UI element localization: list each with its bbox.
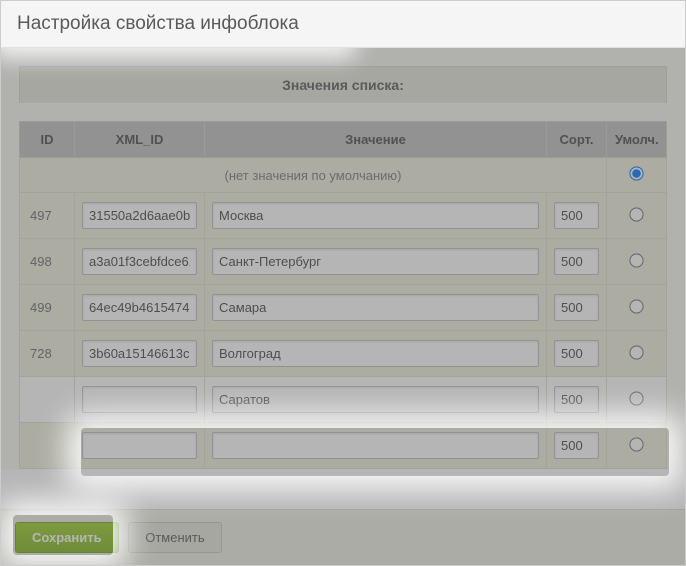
default-radio[interactable] <box>629 207 643 221</box>
sort-input[interactable] <box>554 294 599 321</box>
row-id <box>20 423 75 469</box>
default-radio[interactable] <box>629 299 643 313</box>
value-input[interactable] <box>212 202 539 229</box>
default-empty-row: (нет значения по умолчанию) <box>20 158 667 193</box>
table-row: 499 <box>20 285 667 331</box>
default-radio[interactable] <box>629 253 643 267</box>
row-id: 728 <box>20 331 75 377</box>
xmlid-input[interactable] <box>82 248 197 275</box>
xmlid-input[interactable] <box>82 202 197 229</box>
value-input[interactable] <box>212 432 539 459</box>
sort-input[interactable] <box>554 432 599 459</box>
col-id: ID <box>20 122 75 158</box>
default-radio[interactable] <box>629 345 643 359</box>
sort-input[interactable] <box>554 386 599 413</box>
xmlid-input[interactable] <box>82 432 197 459</box>
xmlid-input[interactable] <box>82 340 197 367</box>
save-button[interactable]: Сохранить <box>15 522 119 553</box>
col-value: Значение <box>205 122 547 158</box>
row-id: 499 <box>20 285 75 331</box>
row-id: 497 <box>20 193 75 239</box>
section-title-text: Значения списка: <box>282 77 404 93</box>
table-row-new <box>20 377 667 423</box>
row-id: 498 <box>20 239 75 285</box>
table-row: 498 <box>20 239 667 285</box>
col-sort: Сорт. <box>547 122 607 158</box>
section-title: Значения списка: <box>19 66 667 103</box>
value-input[interactable] <box>212 340 539 367</box>
table-row: 728 <box>20 331 667 377</box>
default-radio[interactable] <box>629 437 643 451</box>
value-input[interactable] <box>212 294 539 321</box>
sort-input[interactable] <box>554 202 599 229</box>
table-row: 497 <box>20 193 667 239</box>
col-default: Умолч. <box>607 122 667 158</box>
page-title-text: Настройка свойства инфоблока <box>17 13 299 34</box>
footer-bar: Сохранить Отменить <box>1 509 685 565</box>
value-input[interactable] <box>212 386 539 413</box>
xmlid-input[interactable] <box>82 386 197 413</box>
page-title: Настройка свойства инфоблока <box>1 1 685 48</box>
default-empty-text: (нет значения по умолчанию) <box>20 158 607 193</box>
xmlid-input[interactable] <box>82 294 197 321</box>
default-radio[interactable] <box>629 391 643 405</box>
table-row-empty <box>20 423 667 469</box>
row-id <box>20 377 75 423</box>
default-radio-none[interactable] <box>629 166 643 180</box>
sort-input[interactable] <box>554 248 599 275</box>
sort-input[interactable] <box>554 340 599 367</box>
cancel-button[interactable]: Отменить <box>128 522 221 553</box>
values-table: ID XML_ID Значение Сорт. Умолч. (нет зна… <box>19 121 667 469</box>
col-xml-id: XML_ID <box>75 122 205 158</box>
value-input[interactable] <box>212 248 539 275</box>
